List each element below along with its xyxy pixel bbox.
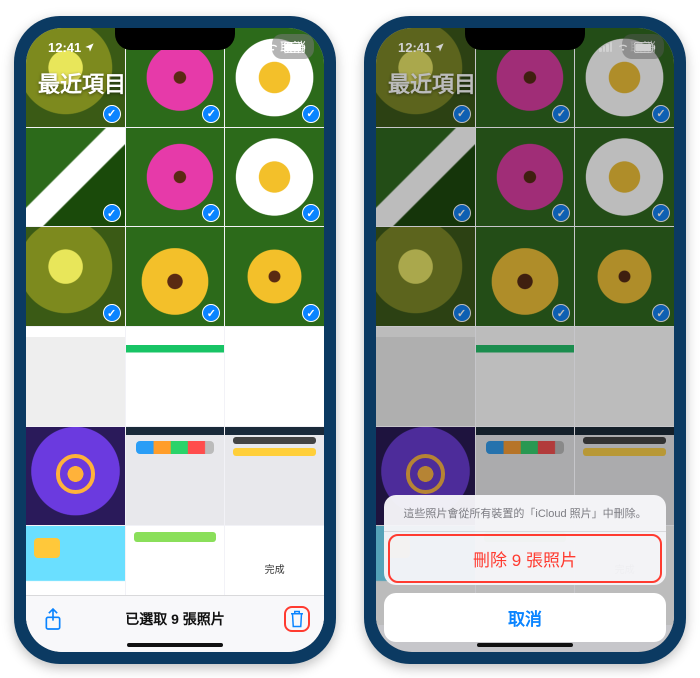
photo-thumb[interactable]: ✓ bbox=[126, 227, 225, 326]
photo-thumb[interactable]: ✓ bbox=[26, 227, 125, 326]
screenshot-thumb[interactable] bbox=[225, 427, 324, 526]
notch bbox=[115, 28, 235, 50]
photo-grid: ✓ ✓ ✓ ✓ ✓ ✓ ✓ ✓ ✓ bbox=[26, 28, 324, 625]
screen: 12:41 ✓✓✓✓✓✓✓✓✓ 取消 最近項 bbox=[26, 28, 324, 652]
selected-check-icon: ✓ bbox=[103, 204, 121, 222]
selected-check-icon: ✓ bbox=[103, 304, 121, 322]
selected-check-icon: ✓ bbox=[202, 204, 220, 222]
home-indicator[interactable] bbox=[127, 643, 223, 647]
cellular-icon bbox=[249, 42, 262, 52]
sheet-cancel-button[interactable]: 取消 bbox=[384, 593, 666, 642]
selected-check-icon: ✓ bbox=[302, 105, 320, 123]
delete-photos-button[interactable]: 刪除 9 張照片 bbox=[388, 534, 662, 583]
selected-check-icon: ✓ bbox=[202, 304, 220, 322]
status-time: 12:41 bbox=[48, 40, 81, 55]
photos-content: ✓✓✓✓✓✓✓✓✓ 取消 最近項目 這些照片會從所有裝置的「iCloud 照片」… bbox=[376, 28, 674, 652]
screenshot-thumb[interactable] bbox=[26, 327, 125, 426]
selected-check-icon: ✓ bbox=[103, 105, 121, 123]
screenshot-thumb[interactable] bbox=[126, 327, 225, 426]
photo-thumb[interactable]: ✓ bbox=[26, 128, 125, 227]
sheet-message: 這些照片會從所有裝置的「iCloud 照片」中刪除。 bbox=[384, 495, 666, 532]
battery-icon bbox=[284, 42, 306, 53]
phone-left: 12:41 ✓✓✓✓✓✓✓✓✓ 取消 最近項 bbox=[14, 16, 336, 664]
sheet-group: 這些照片會從所有裝置的「iCloud 照片」中刪除。 刪除 9 張照片 bbox=[384, 495, 666, 585]
selected-check-icon: ✓ bbox=[302, 204, 320, 222]
screenshot-thumb[interactable] bbox=[225, 327, 324, 426]
photos-content: ✓✓✓✓✓✓✓✓✓ 取消 最近項目 已選取 9 張照片 bbox=[26, 28, 324, 652]
photo-thumb[interactable]: ✓ bbox=[225, 128, 324, 227]
selected-check-icon: ✓ bbox=[202, 105, 220, 123]
selected-check-icon: ✓ bbox=[302, 304, 320, 322]
location-icon bbox=[84, 42, 95, 53]
screenshot-thumb[interactable] bbox=[26, 427, 125, 526]
trash-button[interactable] bbox=[284, 606, 310, 632]
share-button[interactable] bbox=[40, 606, 66, 632]
selection-count-label: 已選取 9 張照片 bbox=[66, 609, 284, 629]
photo-thumb[interactable]: ✓ bbox=[225, 227, 324, 326]
screenshot-thumb[interactable] bbox=[126, 427, 225, 526]
delete-action-sheet: 這些照片會從所有裝置的「iCloud 照片」中刪除。 刪除 9 張照片 取消 bbox=[384, 495, 666, 642]
wifi-icon bbox=[266, 42, 280, 53]
phone-right: 12:41 ✓✓✓✓✓✓✓✓✓ 取消 最近項 bbox=[364, 16, 686, 664]
home-indicator[interactable] bbox=[477, 643, 573, 647]
photo-thumb[interactable]: ✓ bbox=[126, 128, 225, 227]
screen: 12:41 ✓✓✓✓✓✓✓✓✓ 取消 最近項 bbox=[376, 28, 674, 652]
